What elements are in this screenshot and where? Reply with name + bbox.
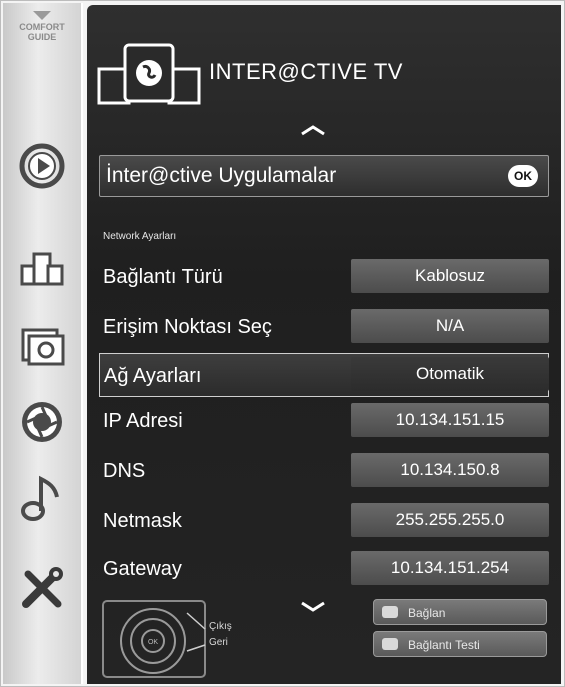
row-value: 10.134.151.254 xyxy=(351,551,549,585)
sidebar-item-sources[interactable] xyxy=(17,245,67,295)
row-netmask[interactable]: Netmask 255.255.255.0 xyxy=(99,499,549,543)
comfort-guide-button[interactable]: COMFORT GUIDE xyxy=(3,11,81,42)
interactive-apps-label: İnter@ctive Uygulamalar xyxy=(106,164,337,187)
row-value: Otomatik xyxy=(351,357,549,391)
comfort-guide-label-2: GUIDE xyxy=(27,32,57,42)
row-label: Erişim Noktası Seç xyxy=(103,316,272,338)
row-label: Ağ Ayarları xyxy=(104,365,202,387)
interactive-tv-panel: INTER@CTIVE TV İnter@ctive Uygulamalar O… xyxy=(87,5,561,684)
connect-button[interactable]: Bağlan xyxy=(373,599,547,625)
row-label: DNS xyxy=(103,460,146,482)
row-value: 10.134.151.15 xyxy=(351,403,549,437)
play-circle-icon xyxy=(19,143,65,189)
page-title: INTER@CTIVE TV xyxy=(209,59,403,84)
remote-ok-label: OK xyxy=(148,639,158,646)
connection-test-button[interactable]: Bağlantı Testi xyxy=(373,631,547,657)
exit-hint-label: Çıkış xyxy=(209,621,232,632)
sidebar-item-photos[interactable] xyxy=(17,321,67,371)
chevron-down-icon[interactable] xyxy=(300,601,326,613)
chevron-up-icon[interactable] xyxy=(300,124,326,136)
row-access-point[interactable]: Erişim Noktası Seç N/A xyxy=(99,305,549,349)
row-label: IP Adresi xyxy=(103,410,183,432)
sidebar-item-settings[interactable] xyxy=(17,563,67,613)
sidebar-item-camera[interactable] xyxy=(17,397,67,447)
triangle-down-icon xyxy=(33,11,51,20)
row-dns[interactable]: DNS 10.134.150.8 xyxy=(99,449,549,493)
remote-navigation-icon: OK xyxy=(102,600,206,678)
connection-test-label: Bağlantı Testi xyxy=(408,638,480,652)
music-note-icon xyxy=(21,475,59,521)
row-label: Netmask xyxy=(103,510,182,532)
color-key-icon xyxy=(382,606,398,618)
connect-label: Bağlan xyxy=(408,606,446,620)
row-value: Kablosuz xyxy=(351,259,549,293)
back-hint-label: Geri xyxy=(209,637,228,648)
row-connection-type[interactable]: Bağlantı Türü Kablosuz xyxy=(99,255,549,299)
aperture-icon xyxy=(22,402,62,442)
sidebar-item-music[interactable] xyxy=(17,473,67,523)
row-network-settings[interactable]: Ağ Ayarları Otomatik xyxy=(99,353,549,397)
photo-icon xyxy=(21,328,65,366)
globe-tablet-icon xyxy=(97,43,201,105)
tv-menu-frame: COMFORT GUIDE INTER@CTIVE TV İnter@ctive… xyxy=(0,0,565,687)
row-label: Bağlantı Türü xyxy=(103,266,223,288)
row-value: 10.134.150.8 xyxy=(351,453,549,487)
color-key-icon xyxy=(382,638,398,650)
row-value: 255.255.255.0 xyxy=(351,503,549,537)
interactive-apps-button[interactable]: İnter@ctive Uygulamalar OK xyxy=(99,155,549,197)
row-ip-address[interactable]: IP Adresi 10.134.151.15 xyxy=(99,399,549,443)
row-value: N/A xyxy=(351,309,549,343)
ok-button-icon: OK xyxy=(508,165,538,187)
comfort-guide-sidebar: COMFORT GUIDE xyxy=(3,3,83,684)
comfort-guide-label-1: COMFORT xyxy=(19,22,65,32)
row-label: Gateway xyxy=(103,558,182,580)
network-settings-heading: Network Ayarları xyxy=(103,231,177,242)
tools-icon xyxy=(22,567,63,608)
row-gateway[interactable]: Gateway 10.134.151.254 xyxy=(99,547,549,591)
devices-icon xyxy=(20,252,64,286)
sidebar-item-media[interactable] xyxy=(17,141,67,191)
